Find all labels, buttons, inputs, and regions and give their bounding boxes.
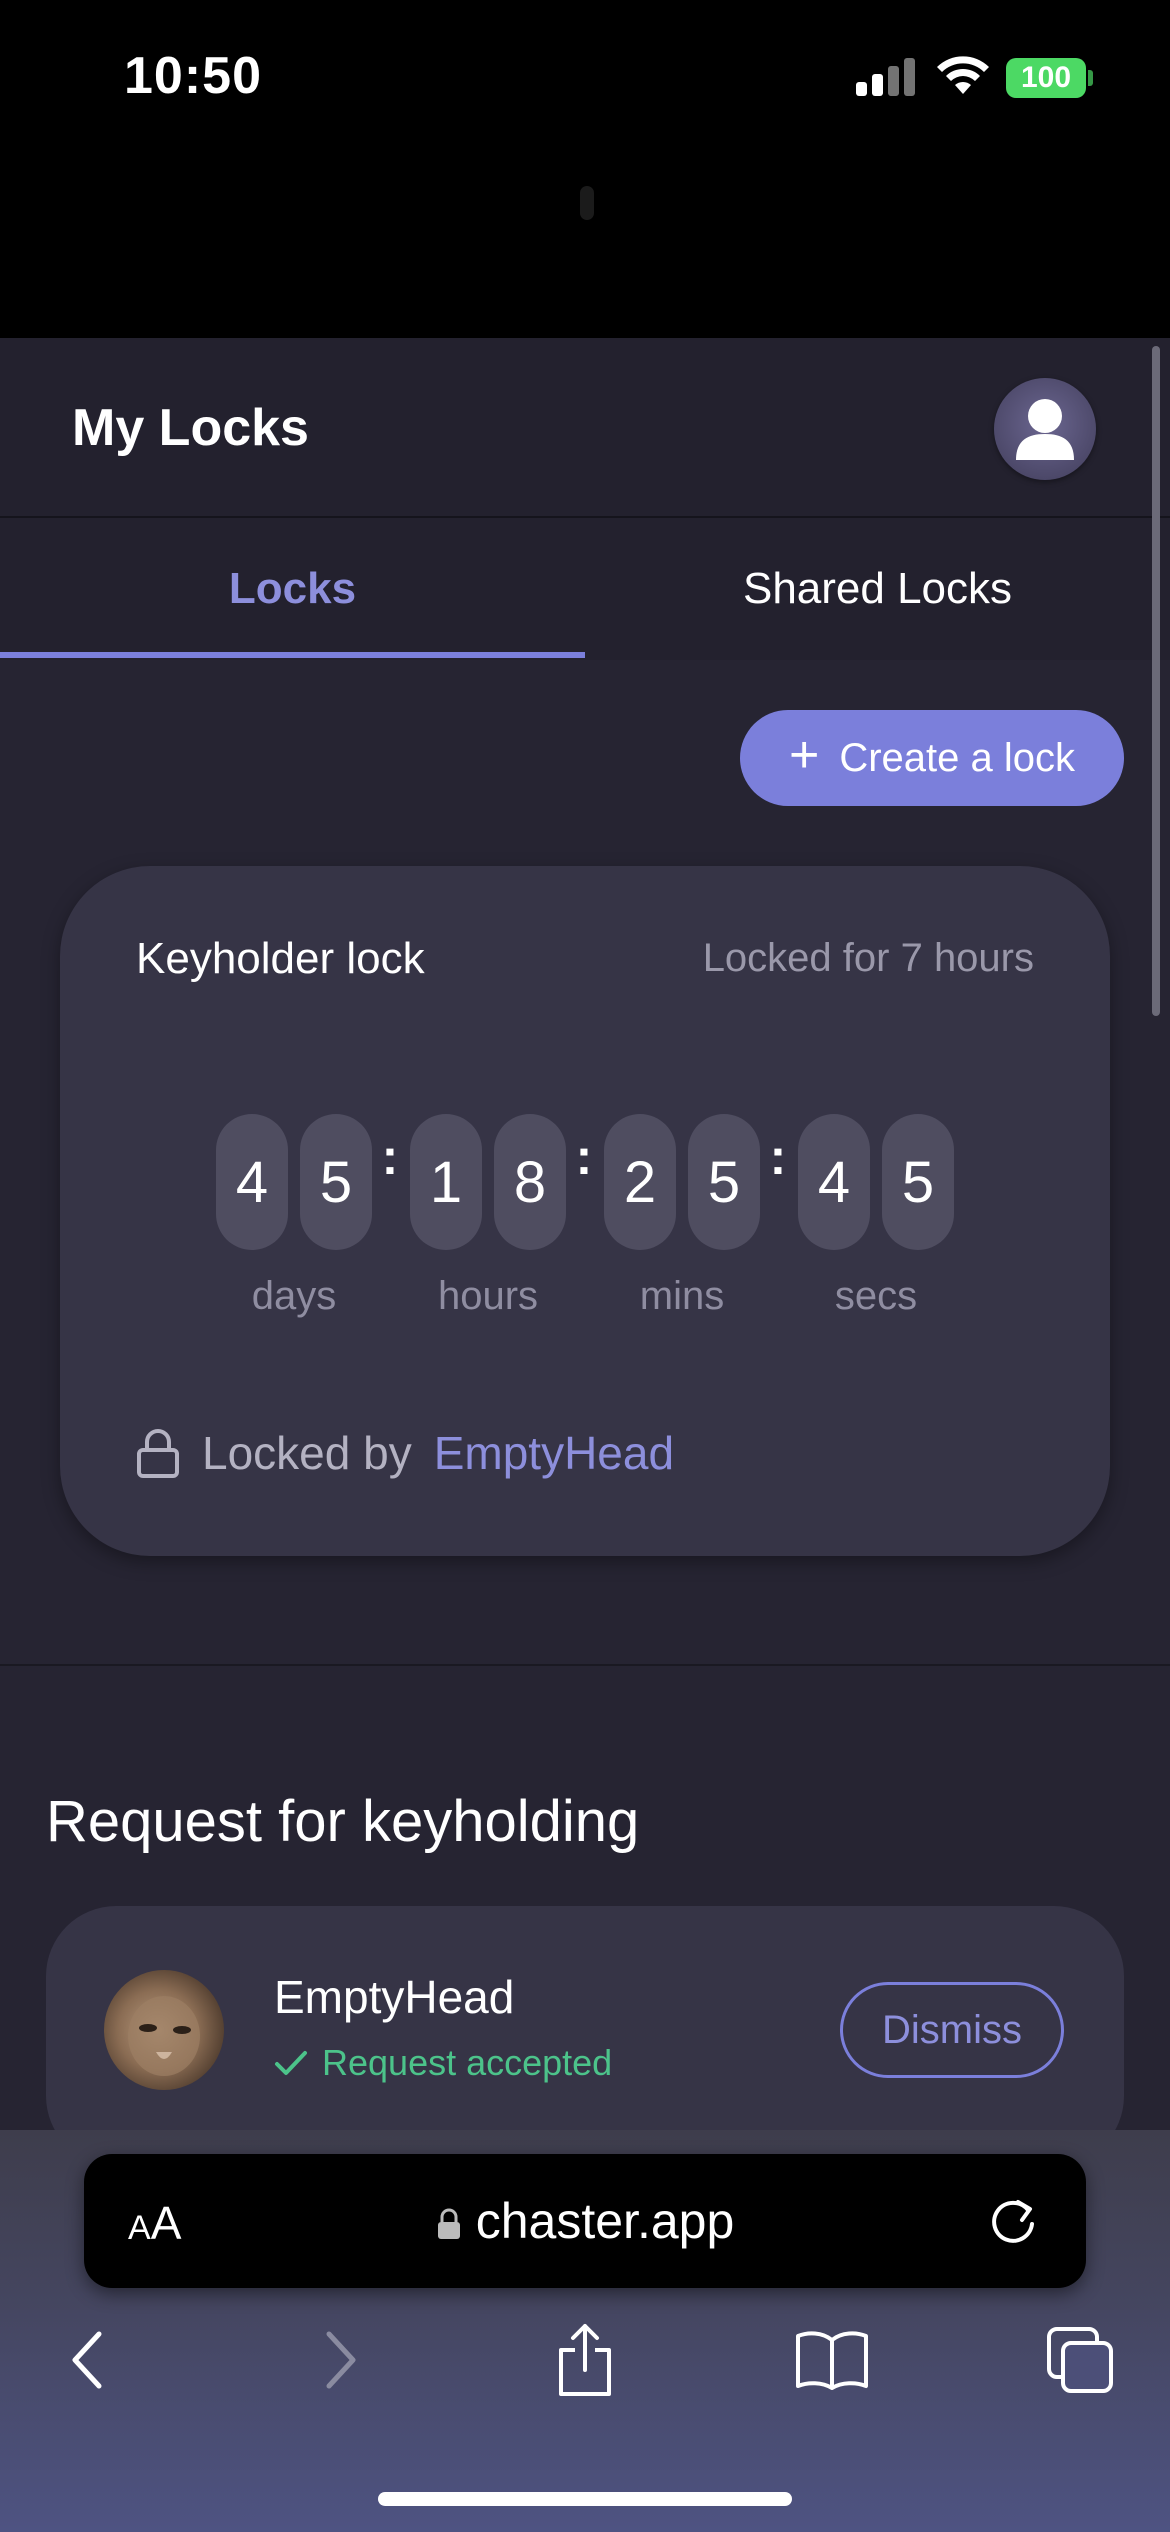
- home-indicator[interactable]: [378, 2492, 792, 2506]
- tab-locks[interactable]: Locks: [0, 518, 585, 660]
- tab-shared-locks[interactable]: Shared Locks: [585, 518, 1170, 660]
- timer-digit: 4: [216, 1114, 288, 1250]
- request-card: EmptyHead Request accepted Dismiss: [46, 1906, 1124, 2130]
- section-divider: [0, 1664, 1170, 1666]
- back-icon[interactable]: [48, 2320, 128, 2400]
- app-header: My Locks: [0, 338, 1170, 518]
- url-display[interactable]: chaster.app: [84, 2192, 1086, 2250]
- chevron-left-icon: [72, 2331, 102, 2389]
- locked-by-row: Locked by EmptyHead: [136, 1426, 674, 1480]
- timer-unit-hours: hours: [437, 1274, 539, 1318]
- create-lock-label: Create a lock: [839, 735, 1076, 780]
- chevron-right-icon: [326, 2331, 356, 2389]
- dismiss-button[interactable]: Dismiss: [840, 1982, 1064, 2078]
- active-tab-indicator: [0, 652, 585, 658]
- page-title: My Locks: [72, 399, 309, 457]
- address-bar[interactable]: AA chaster.app: [84, 2154, 1086, 2288]
- timer-separator: :: [575, 1129, 593, 1185]
- cat-photo: [128, 1996, 200, 2076]
- status-bar: 10:50 100: [0, 0, 1170, 338]
- timer-digit: 5: [688, 1114, 760, 1250]
- checkmark-icon: [275, 2051, 307, 2075]
- wifi-icon: [937, 56, 989, 94]
- timer-digit: 4: [798, 1114, 870, 1250]
- camera-indicator: [580, 186, 594, 220]
- timer-digit: 5: [882, 1114, 954, 1250]
- timer-digit: 8: [494, 1114, 566, 1250]
- lock-title: Keyholder lock: [136, 934, 425, 983]
- share-icon[interactable]: [545, 2320, 625, 2400]
- person-icon: [1016, 399, 1074, 460]
- timer-unit-mins: mins: [639, 1274, 725, 1318]
- browser-toolbar: AA chaster.app: [0, 2130, 1170, 2532]
- battery-indicator: 100: [1006, 58, 1086, 98]
- app-content: My Locks Locks Shared Locks + Create a l…: [0, 338, 1170, 2130]
- timer-digit: 5: [300, 1114, 372, 1250]
- status-time: 10:50: [124, 47, 262, 105]
- padlock-icon: [137, 1429, 179, 1478]
- battery-nub: [1088, 70, 1093, 86]
- requester-avatar: [104, 1970, 224, 2090]
- request-status-label: Request accepted: [322, 2042, 613, 2083]
- tabs-icon[interactable]: [1040, 2320, 1120, 2400]
- requests-section-title: Request for keyholding: [46, 1789, 640, 1854]
- request-status: Request accepted: [274, 2042, 612, 2084]
- timer-unit-days: days: [251, 1274, 337, 1318]
- timer-digit: 2: [604, 1114, 676, 1250]
- forward-icon[interactable]: [300, 2320, 380, 2400]
- locked-by-label: Locked by: [202, 1427, 412, 1479]
- lock-card[interactable]: Keyholder lock Locked for 7 hours 4 5 : …: [60, 866, 1110, 1556]
- tab-bar: Locks Shared Locks: [0, 518, 1170, 660]
- phone-screen: 10:50 100 My Locks Locks Shared Locks + …: [0, 0, 1170, 2532]
- timer-digit: 1: [410, 1114, 482, 1250]
- requester-name: EmptyHead: [274, 1971, 515, 2023]
- secure-lock-icon: [437, 2208, 460, 2239]
- plus-icon: +: [788, 726, 820, 784]
- lock-duration: Locked for 7 hours: [702, 936, 1034, 980]
- user-avatar-icon[interactable]: [994, 378, 1096, 480]
- cellular-signal-icon: [856, 56, 916, 96]
- timer-separator: :: [381, 1129, 399, 1185]
- timer-unit-secs: secs: [834, 1274, 918, 1318]
- bookmarks-icon[interactable]: [792, 2320, 872, 2400]
- scrollbar[interactable]: [1152, 346, 1160, 1016]
- open-book-icon: [796, 2331, 868, 2390]
- url-text: chaster.app: [475, 2193, 735, 2249]
- share-box-icon: [559, 2324, 611, 2396]
- keyholder-link[interactable]: EmptyHead: [434, 1426, 674, 1480]
- tab-overview-icon: [1047, 2327, 1113, 2393]
- timer-separator: :: [769, 1129, 787, 1185]
- create-lock-button[interactable]: + Create a lock: [740, 710, 1124, 806]
- reload-icon[interactable]: [984, 2192, 1042, 2250]
